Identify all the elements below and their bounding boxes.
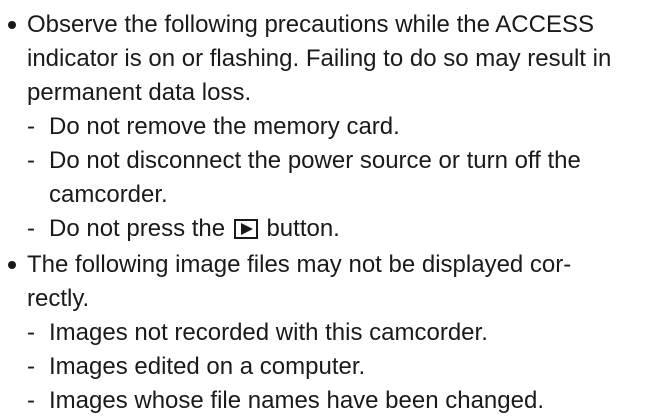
subitem-text-line: Images not recorded with this camcorder.	[49, 319, 488, 346]
bullet-text-line: The following image files may not be dis…	[27, 251, 572, 278]
subitem-text-line: Do not remove the memory card.	[49, 113, 400, 140]
subitem-text-line: Do not press the button.	[49, 214, 340, 244]
subitem-suffix: button.	[266, 215, 340, 242]
bullet-text-line: Observe the following precautions while …	[27, 11, 594, 38]
dash-marker: -	[27, 113, 35, 140]
bullet-marker	[8, 261, 16, 269]
bullet-text-line: rectly.	[27, 285, 90, 312]
bullet-text-line: indicator is on or flashing. Failing to …	[27, 45, 612, 72]
dash-marker: -	[27, 319, 35, 346]
subitem-text-line: Images whose file names have been change…	[49, 387, 544, 414]
bullet-text-line: permanent data loss.	[27, 79, 252, 106]
manual-page: Observe the following precautions while …	[0, 0, 655, 419]
subitem-prefix: Do not press the	[49, 215, 226, 242]
subitem-text-line: camcorder.	[49, 181, 168, 208]
play-button-icon	[233, 219, 258, 239]
dash-marker: -	[27, 147, 35, 174]
bullet-marker	[8, 21, 16, 29]
dash-marker: -	[27, 353, 35, 380]
subitem-text-line: Images edited on a computer.	[49, 353, 366, 380]
subitem-text-line: Do not disconnect the power source or tu…	[49, 147, 581, 174]
dash-marker: -	[27, 215, 35, 242]
dash-marker: -	[27, 387, 35, 414]
